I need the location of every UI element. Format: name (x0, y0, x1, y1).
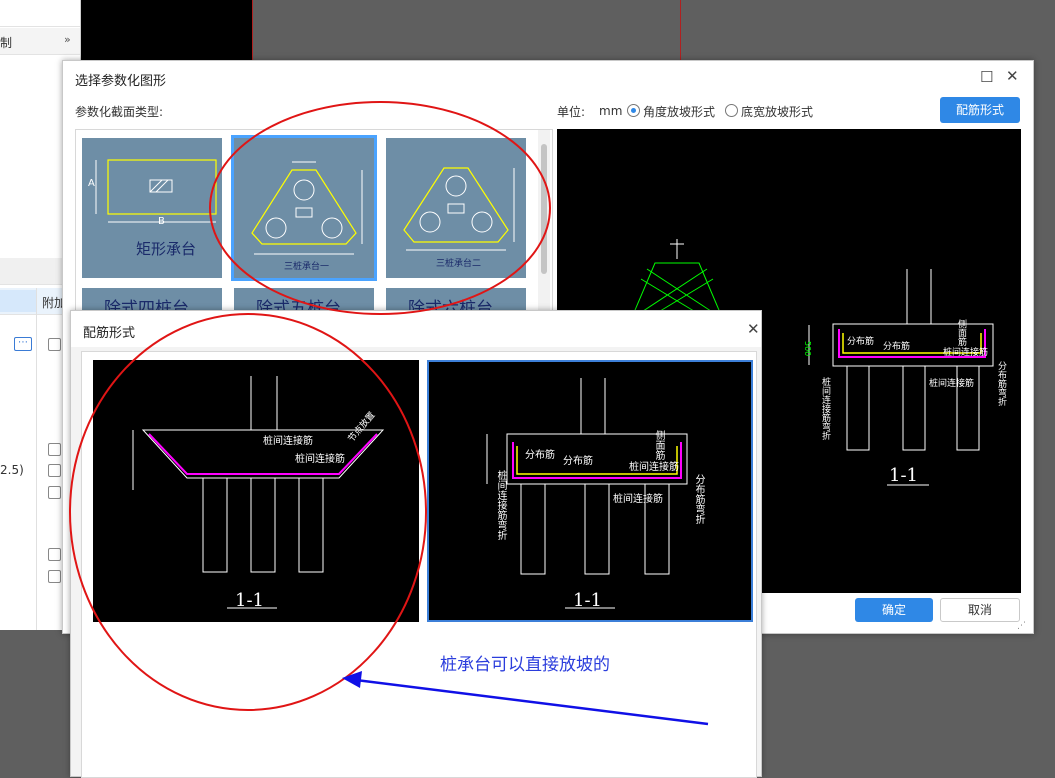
blue-arrow-annotation (355, 678, 709, 726)
annotation-text: 桩承台可以直接放坡的 (440, 655, 610, 675)
red-circle-annotation (69, 313, 427, 711)
red-circle-annotation (209, 101, 551, 315)
